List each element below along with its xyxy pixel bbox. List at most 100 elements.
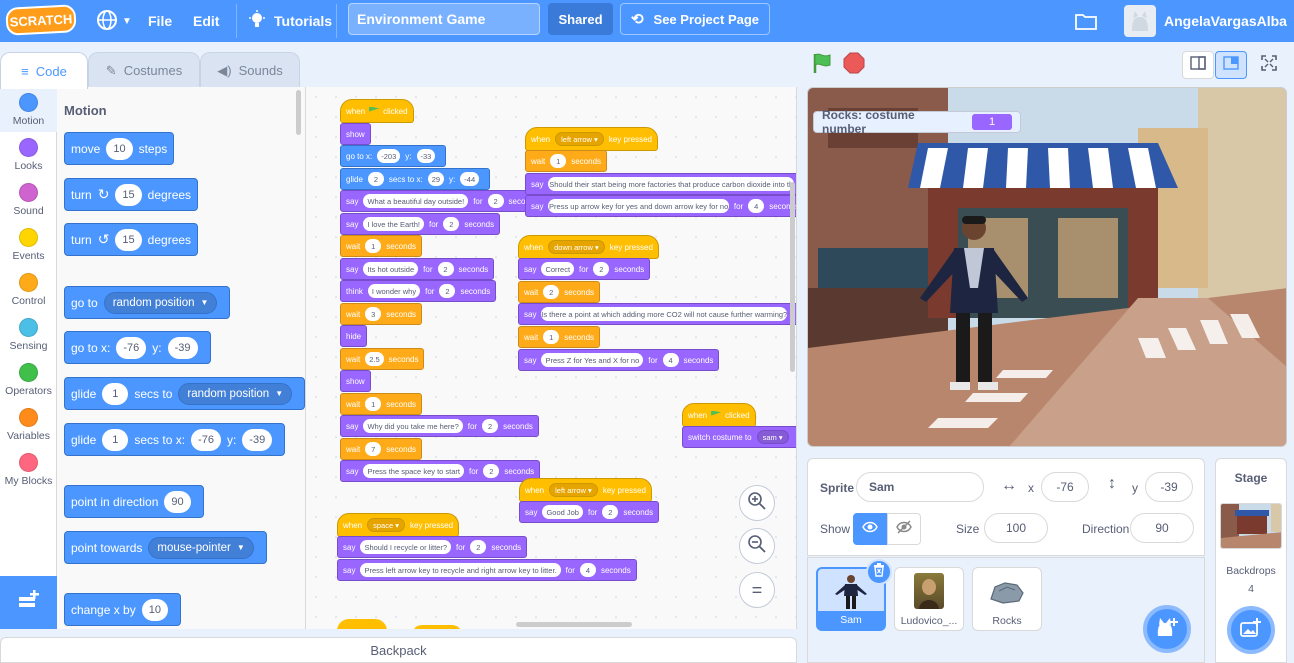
say-for-secs-block[interactable]: say Press the space key to start for 2 secon…	[340, 460, 541, 482]
point-towards-block[interactable]: point towards mouse-pointer ▼	[64, 531, 267, 564]
go-to-xy-block[interactable]: go to x: -203 y: -33	[340, 145, 447, 167]
message-input[interactable]: Is there a point at which adding more CO…	[541, 307, 787, 321]
say-block[interactable]: say Is there a point at which adding more…	[518, 303, 796, 325]
message-input[interactable]: Its hot outside	[363, 262, 419, 276]
fullscreen-button[interactable]	[1253, 51, 1285, 79]
secs-input[interactable]: 1	[102, 428, 129, 451]
size-input[interactable]: 100	[984, 513, 1048, 543]
switch-costume-block[interactable]: switch costume to sam ▾	[682, 426, 796, 448]
point-towards-dropdown[interactable]: mouse-pointer ▼	[148, 536, 254, 559]
workspace-horizontal-scrollbar[interactable]	[516, 622, 632, 627]
wait-block[interactable]: wait 1 seconds	[518, 326, 601, 348]
message-input[interactable]: Good Job	[542, 505, 583, 519]
category-motion[interactable]: Motion	[0, 87, 57, 132]
secs-input[interactable]: 2	[439, 284, 456, 298]
say-for-secs-block[interactable]: say I love the Earth! for 2 seconds	[340, 213, 501, 235]
category-control[interactable]: Control	[0, 267, 57, 312]
go-to-block[interactable]: go to random position ▼	[64, 286, 231, 319]
category-sensing[interactable]: Sensing	[0, 312, 57, 357]
point-in-direction-block[interactable]: point in direction 90	[64, 485, 204, 518]
backpack[interactable]: Backpack	[0, 637, 797, 663]
y-input[interactable]: -44	[460, 172, 480, 186]
say-for-secs-block[interactable]: say Press left arrow key to recycle and r…	[337, 559, 637, 581]
script-workspace[interactable]: when clicked show go to x: -203 y: -33 glide…	[306, 87, 797, 629]
x-input[interactable]: -76	[191, 428, 221, 451]
category-looks[interactable]: Looks	[0, 132, 57, 177]
tab-sounds[interactable]: ◀) Sounds	[200, 52, 300, 88]
category-variables[interactable]: Variables	[0, 402, 57, 447]
secs-input[interactable]: 4	[579, 563, 596, 577]
secs-input[interactable]: 2	[470, 540, 487, 554]
secs-input[interactable]: 4	[748, 199, 765, 213]
add-sprite-button[interactable]	[1143, 605, 1191, 653]
show-block[interactable]: show	[340, 123, 371, 145]
category-operators[interactable]: Operators	[0, 357, 57, 402]
when-key-pressed-hat[interactable]: when left arrow ▾ key pressed	[525, 127, 658, 151]
message-input[interactable]: What a beautiful day outside!	[363, 194, 469, 208]
wait-block[interactable]: wait 1 seconds	[340, 235, 423, 257]
edit-menu[interactable]: Edit	[193, 0, 219, 42]
stage-selector[interactable]: Stage Backdrops 4	[1215, 458, 1287, 663]
key-dropdown[interactable]: space ▾	[367, 518, 405, 532]
shared-button[interactable]: Shared	[548, 3, 613, 35]
message-input[interactable]: I love the Earth!	[363, 217, 424, 231]
message-input[interactable]: Why did you take me here?	[363, 419, 463, 433]
secs-input[interactable]: 2	[602, 505, 619, 519]
category-my-blocks[interactable]: My Blocks	[0, 447, 57, 492]
steps-input[interactable]: 10	[106, 137, 133, 160]
message-input[interactable]: Press up arrow key for yes and down arro…	[548, 199, 729, 213]
message-input[interactable]: Press the space key to start	[363, 464, 464, 478]
wait-block[interactable]: wait 1 seconds	[340, 393, 423, 415]
x-input[interactable]: 29	[427, 172, 445, 186]
message-input[interactable]: Should their start being more factories …	[548, 177, 794, 191]
glide-xy-block[interactable]: glide 2 secs to x: 29 y: -44	[340, 168, 491, 190]
scratch-logo[interactable]: SCRATCH	[5, 4, 77, 36]
secs-input[interactable]: 7	[365, 442, 382, 456]
say-for-secs-block[interactable]: say Press up arrow key for yes and down a…	[525, 195, 796, 217]
partial-hat-block[interactable]	[412, 625, 462, 629]
stop-button[interactable]	[838, 51, 870, 79]
say-for-secs-block[interactable]: say What a beautiful day outside! for 2 seco…	[340, 190, 545, 212]
change-x-block[interactable]: change x by 10	[64, 593, 181, 626]
wait-block[interactable]: wait 3 seconds	[340, 303, 423, 325]
see-project-page-button[interactable]: ⟲ See Project Page	[620, 3, 770, 35]
message-input[interactable]: Press Z for Yes and X for no	[541, 353, 644, 367]
sprite-name-input[interactable]: Sam	[856, 472, 984, 502]
wait-block[interactable]: wait 2.5 seconds	[340, 348, 425, 370]
sprite-tile-ludovico[interactable]: Ludovico_...	[894, 567, 964, 631]
key-dropdown[interactable]: left arrow ▾	[549, 483, 598, 497]
secs-input[interactable]: 1	[550, 154, 567, 168]
palette-scrollbar[interactable]	[296, 90, 301, 135]
y-input[interactable]: -39	[167, 336, 198, 359]
say-for-secs-block[interactable]: say Good Job for 2 seconds	[519, 501, 660, 523]
zoom-out-button[interactable]	[739, 528, 775, 564]
account-menu[interactable]: AngelaVargasAlba ▼	[1124, 0, 1294, 42]
say-for-secs-block[interactable]: say Correct for 2 seconds	[518, 258, 651, 280]
key-dropdown[interactable]: down arrow ▾	[548, 240, 605, 254]
secs-input[interactable]: 1	[102, 382, 129, 405]
degrees-input[interactable]: 15	[115, 183, 142, 206]
say-for-secs-block[interactable]: say Press Z for Yes and X for no for 4 secon…	[518, 349, 720, 371]
secs-input[interactable]: 1	[543, 330, 560, 344]
workspace-vertical-scrollbar[interactable]	[790, 182, 795, 372]
when-key-pressed-hat[interactable]: when space ▾ key pressed	[337, 513, 460, 537]
message-input[interactable]: Should I recycle or litter?	[360, 540, 451, 554]
wait-block[interactable]: wait 1 seconds	[525, 150, 608, 172]
message-input[interactable]: I wonder why	[367, 284, 421, 298]
think-for-secs-block[interactable]: think I wonder why for 2 seconds	[340, 280, 497, 302]
secs-input[interactable]: 2	[543, 285, 560, 299]
green-flag-button[interactable]	[806, 51, 838, 79]
say-for-secs-block[interactable]: say Why did you take me here? for 2 seconds	[340, 415, 539, 437]
when-flag-clicked-hat[interactable]: when clicked	[682, 403, 756, 427]
delete-sprite-button[interactable]	[866, 559, 892, 585]
secs-input[interactable]: 3	[365, 307, 382, 321]
glide-target-dropdown[interactable]: random position ▼	[178, 382, 293, 405]
say-for-secs-block[interactable]: say Its hot outside for 2 seconds	[340, 258, 495, 280]
degrees-input[interactable]: 15	[115, 228, 142, 251]
project-title-input[interactable]: Environment Game	[348, 3, 540, 35]
key-dropdown[interactable]: left arrow ▾	[555, 132, 604, 146]
add-backdrop-button[interactable]	[1227, 606, 1275, 654]
zoom-in-button[interactable]	[739, 485, 775, 521]
direction-input[interactable]: 90	[1130, 513, 1194, 543]
say-for-secs-block[interactable]: say Should I recycle or litter? for 2 second…	[337, 536, 528, 558]
